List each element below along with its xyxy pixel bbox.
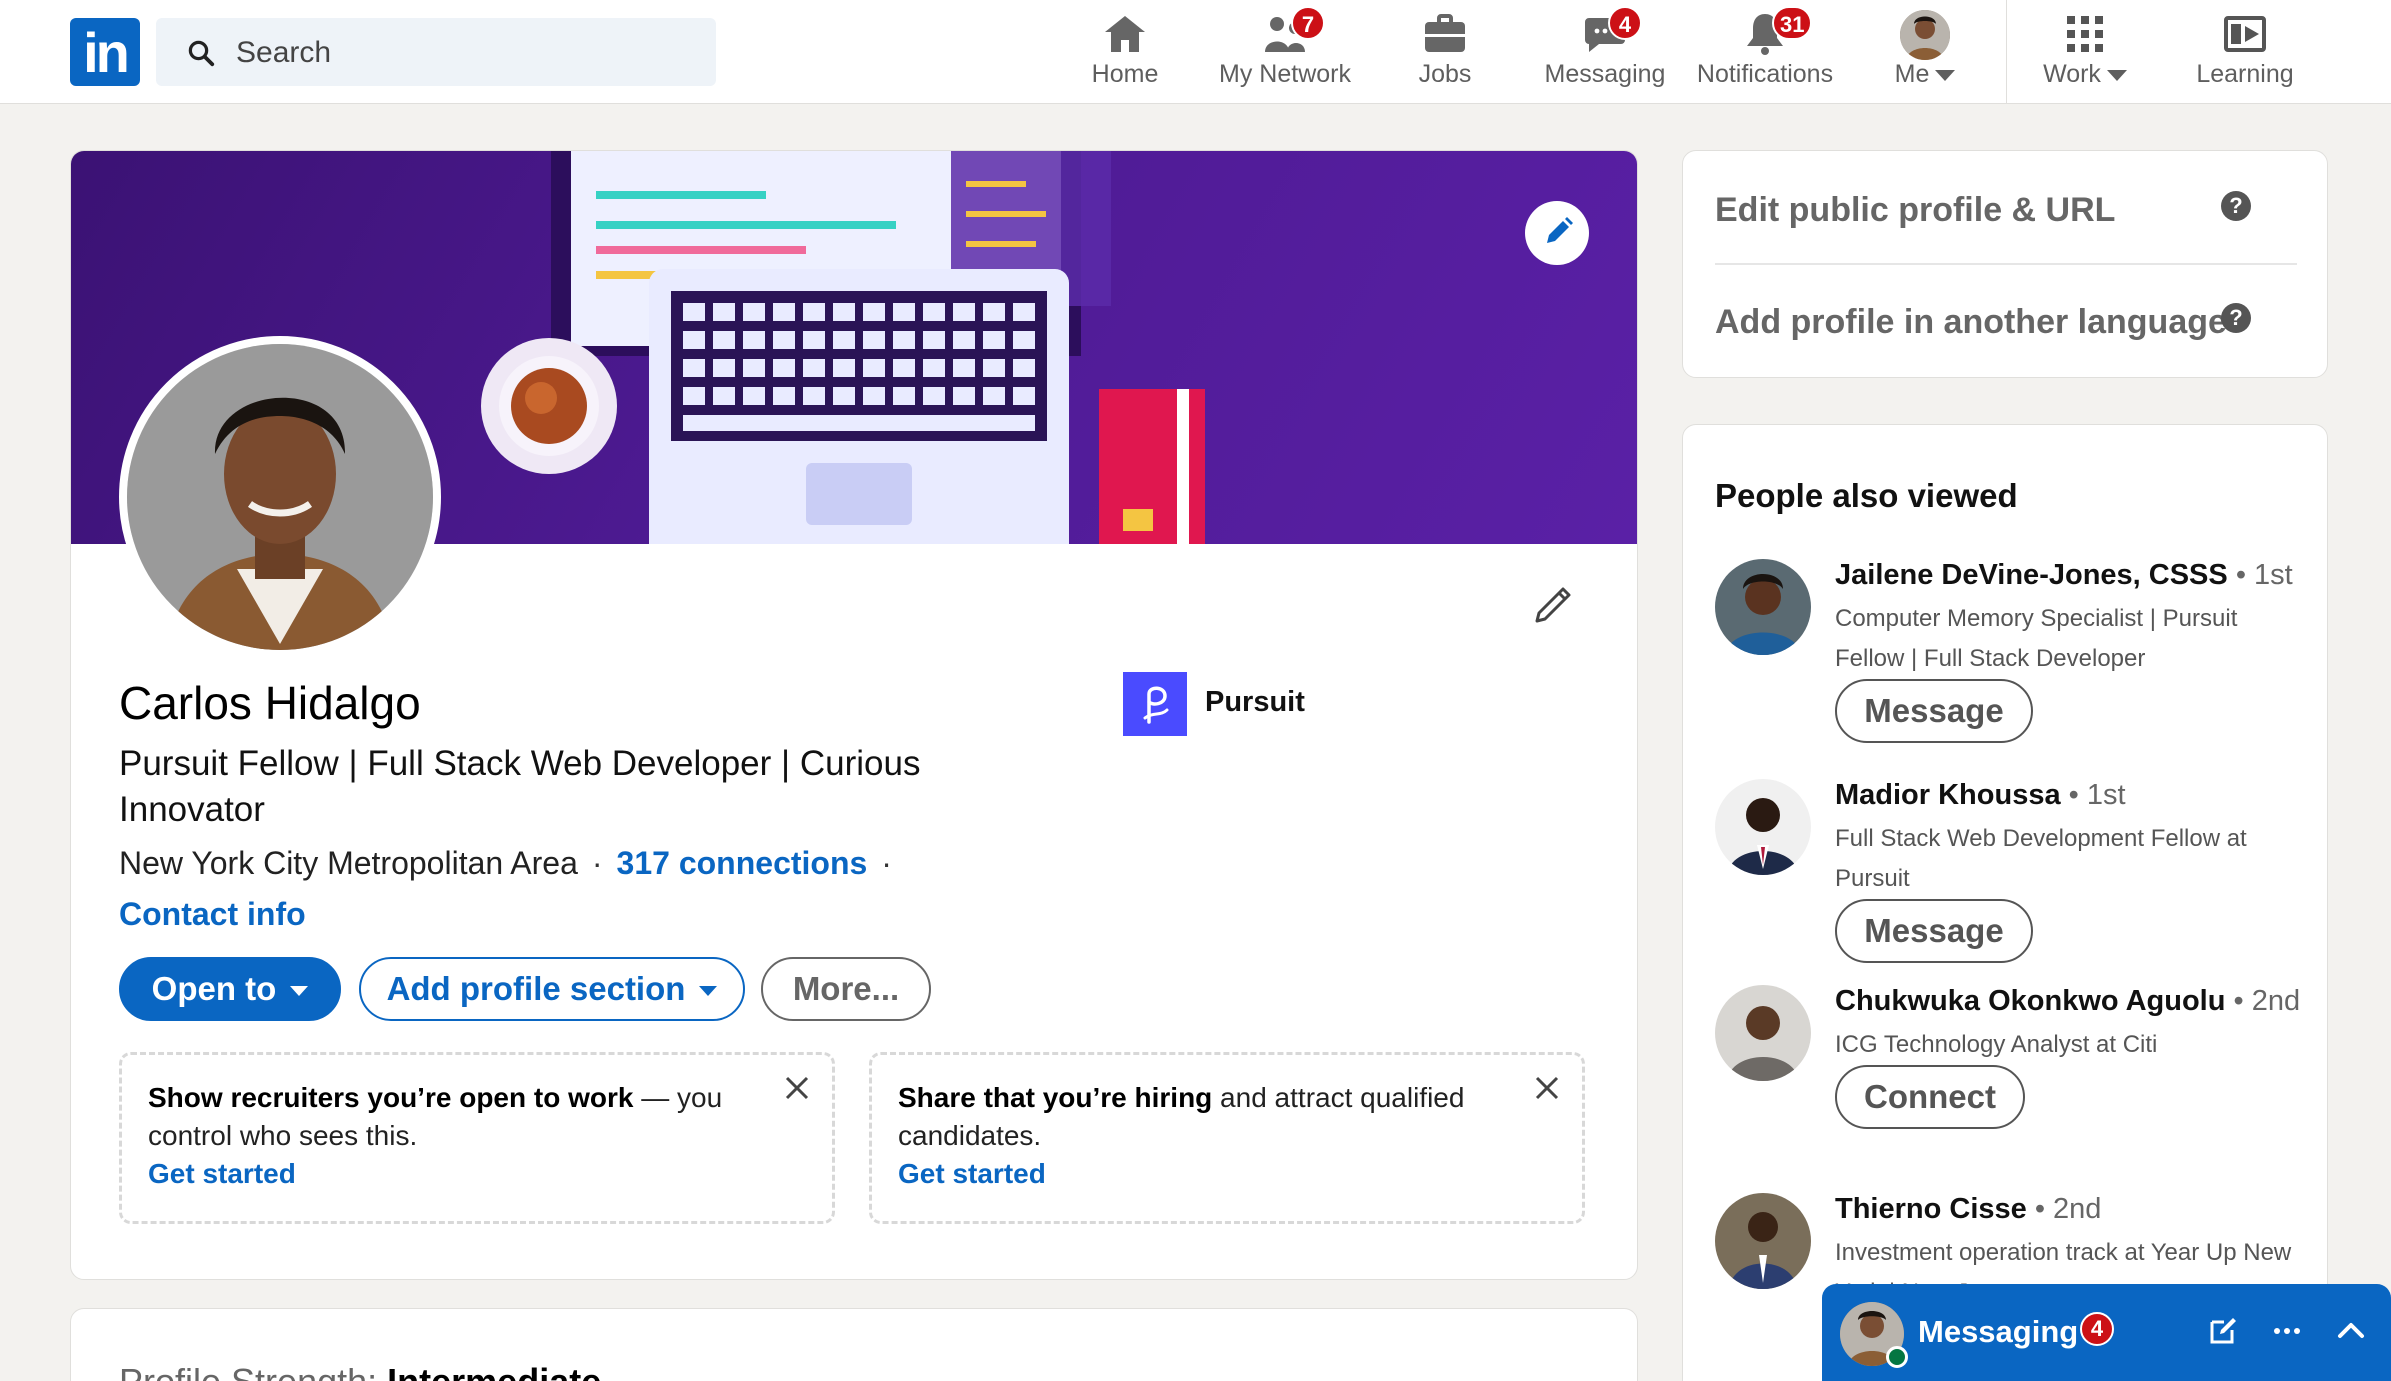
nav-home-label: Home xyxy=(1091,60,1159,88)
person-headline: Computer Memory Specialist | Pursuit Fel… xyxy=(1835,605,2238,672)
open-to-label: Open to xyxy=(151,970,277,1007)
nav-notifications-label: Notifications xyxy=(1696,60,1834,88)
nav-me[interactable]: Me xyxy=(1880,0,1970,104)
strength-value: Intermediate xyxy=(387,1361,601,1381)
more-button[interactable]: More... xyxy=(761,957,931,1021)
person-headline: Full Stack Web Development Fellow at Pur… xyxy=(1835,825,2247,892)
message-button[interactable]: Message xyxy=(1835,899,2033,963)
messaging-nav-badge: 4 xyxy=(1608,6,1642,40)
get-started-link[interactable]: Get started xyxy=(898,1155,1556,1193)
profile-strength: Profile Strength: Intermediate xyxy=(119,1361,601,1381)
person-name[interactable]: Thierno Cisse xyxy=(1835,1193,2027,1225)
company-name: Pursuit xyxy=(1205,686,1305,718)
person-headline: ICG Technology Analyst at Citi xyxy=(1835,1031,2158,1058)
nav-learning[interactable]: Learning xyxy=(2190,0,2300,104)
promo-bold: Share that you’re hiring xyxy=(898,1082,1213,1113)
nav-divider xyxy=(2006,0,2007,104)
grid-icon xyxy=(2067,16,2103,52)
nav-jobs-label: Jobs xyxy=(1418,60,1472,88)
nav-me-label: Me xyxy=(1894,60,1930,88)
open-to-work-promo: Show recruiters you’re open to work — yo… xyxy=(119,1052,835,1224)
notifications-badge: 31 xyxy=(1772,6,1813,40)
strength-label: Profile Strength: xyxy=(119,1361,377,1381)
get-started-link[interactable]: Get started xyxy=(148,1155,806,1193)
profile-strength-card: Profile Strength: Intermediate xyxy=(70,1308,1638,1381)
nav-learning-label: Learning xyxy=(2196,60,2294,88)
close-icon[interactable] xyxy=(782,1073,812,1103)
person-name[interactable]: Madior Khoussa xyxy=(1835,779,2061,811)
close-icon[interactable] xyxy=(1532,1073,1562,1103)
hiring-promo: Share that you’re hiring and attract qua… xyxy=(869,1052,1585,1224)
edit-intro-button[interactable] xyxy=(1531,581,1577,627)
me-avatar xyxy=(1900,10,1950,60)
person-name[interactable]: Chukwuka Okonkwo Aguolu xyxy=(1835,985,2225,1017)
chevron-down-icon xyxy=(1935,69,1956,81)
top-navigation: in Search Home 7 My Network Jobs 4 Messa… xyxy=(0,0,2391,104)
learning-icon xyxy=(2224,16,2266,52)
connection-degree: • 2nd xyxy=(2034,1193,2102,1225)
profile-location: New York City Metropolitan Area xyxy=(119,845,578,881)
connection-degree: • 1st xyxy=(2068,779,2126,811)
nav-jobs[interactable]: Jobs xyxy=(1405,0,1485,104)
edit-banner-button[interactable] xyxy=(1525,201,1589,265)
connection-degree: • 2nd xyxy=(2233,985,2301,1017)
more-options-icon[interactable] xyxy=(2270,1314,2304,1348)
profile-settings-card: Edit public profile & URL ? Add profile … xyxy=(1682,150,2328,378)
nav-messaging-label: Messaging xyxy=(1544,60,1666,88)
add-language-profile-link[interactable]: Add profile in another language xyxy=(1715,303,2227,342)
avatar[interactable] xyxy=(1715,559,1811,655)
promo-bold: Show recruiters you’re open to work xyxy=(148,1082,634,1113)
nav-my-network[interactable]: 7 My Network xyxy=(1205,0,1365,104)
messaging-badge: 4 xyxy=(2080,1312,2114,1346)
chevron-down-icon xyxy=(699,986,718,997)
avatar[interactable] xyxy=(1715,985,1811,1081)
chevron-up-icon[interactable] xyxy=(2334,1314,2368,1348)
location-line: New York City Metropolitan Area · 317 conn… xyxy=(119,845,892,881)
profile-headline: Pursuit Fellow | Full Stack Web Develope… xyxy=(119,744,921,829)
people-also-viewed-title: People also viewed xyxy=(1715,477,2018,514)
profile-intro-card: Carlos Hidalgo Pursuit Fellow | Full Sta… xyxy=(70,150,1638,1280)
nav-notifications[interactable]: 31 Notifications xyxy=(1690,0,1840,104)
add-section-label: Add profile section xyxy=(386,970,686,1007)
help-icon[interactable]: ? xyxy=(2221,303,2251,333)
avatar[interactable] xyxy=(1715,779,1811,875)
messaging-popup-bar[interactable]: Messaging 4 xyxy=(1822,1284,2391,1381)
profile-name: Carlos Hidalgo xyxy=(119,677,421,729)
pencil-icon xyxy=(1535,587,1571,623)
chevron-down-icon xyxy=(2106,69,2127,81)
add-profile-section-button[interactable]: Add profile section xyxy=(359,957,745,1021)
compose-icon[interactable] xyxy=(2206,1314,2240,1348)
chevron-down-icon xyxy=(290,986,309,997)
linkedin-logo[interactable]: in xyxy=(70,18,140,86)
search-input[interactable]: Search xyxy=(156,18,716,86)
avatar[interactable] xyxy=(1715,1193,1811,1289)
pursuit-logo xyxy=(1123,672,1187,736)
connection-degree: • 1st xyxy=(2235,559,2293,591)
search-icon xyxy=(188,40,215,67)
contact-info-link[interactable]: Contact info xyxy=(119,896,306,933)
online-status-indicator xyxy=(1886,1346,1908,1368)
person-name[interactable]: Jailene DeVine-Jones, CSSS xyxy=(1835,559,2228,591)
divider xyxy=(1715,263,2297,265)
nav-work[interactable]: Work xyxy=(2035,0,2135,104)
nav-work-label: Work xyxy=(2043,60,2101,88)
pencil-icon xyxy=(1547,217,1573,243)
connect-button[interactable]: Connect xyxy=(1835,1065,2025,1129)
open-to-button[interactable]: Open to xyxy=(119,957,341,1021)
home-icon xyxy=(1105,16,1145,52)
search-placeholder: Search xyxy=(236,36,332,69)
connections-link[interactable]: 317 connections xyxy=(617,845,868,881)
message-button[interactable]: Message xyxy=(1835,679,2033,743)
nav-messaging[interactable]: 4 Messaging xyxy=(1540,0,1670,104)
help-icon[interactable]: ? xyxy=(2221,191,2251,221)
edit-public-profile-link[interactable]: Edit public profile & URL xyxy=(1715,191,2115,230)
nav-my-network-label: My Network xyxy=(1219,60,1351,88)
network-badge: 7 xyxy=(1291,6,1325,40)
briefcase-icon xyxy=(1425,14,1465,52)
messaging-label: Messaging xyxy=(1918,1314,2079,1349)
profile-photo[interactable] xyxy=(119,336,441,658)
people-also-viewed-card: People also viewed Jailene DeVine-Jones,… xyxy=(1682,424,2328,1381)
nav-home[interactable]: Home xyxy=(1080,0,1170,104)
